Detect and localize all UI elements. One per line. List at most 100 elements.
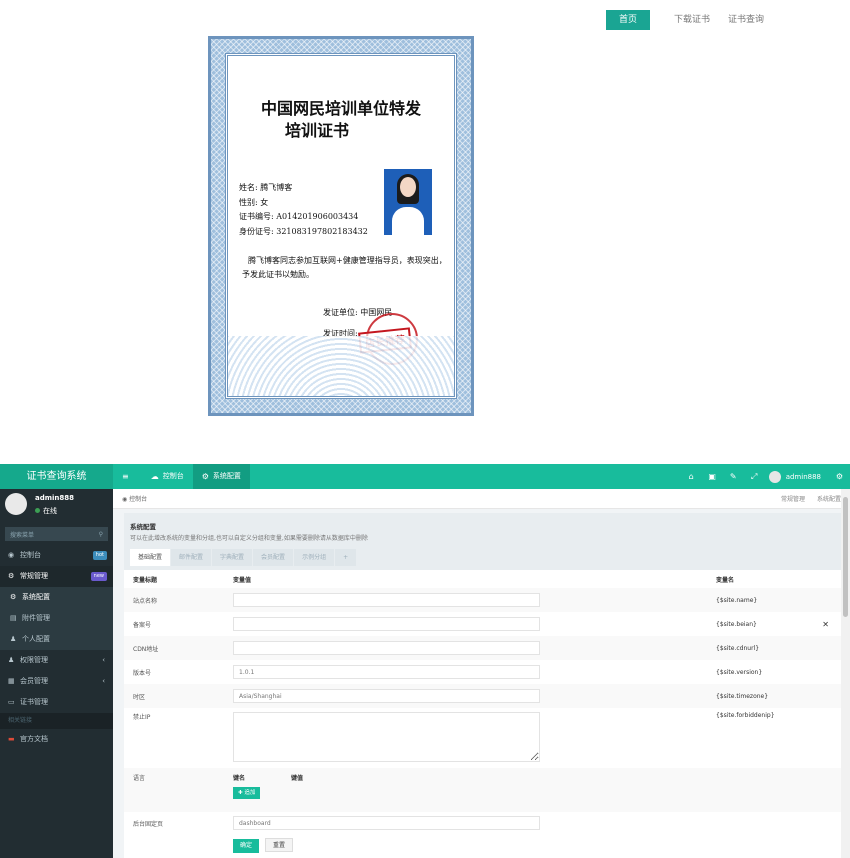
breadcrumb-system-config[interactable]: 系统配置: [817, 496, 841, 503]
home-icon[interactable]: ⌂: [681, 472, 702, 481]
tab-dashboard-label: 控制台: [162, 472, 184, 480]
seal-icon: [366, 313, 418, 365]
breadcrumb-home[interactable]: ◉ 控制台: [122, 494, 147, 503]
cert-id-number: 身份证号: 321083197802183432: [239, 226, 368, 236]
header-user[interactable]: admin888: [768, 470, 821, 483]
nav-download-certificate[interactable]: 下载证书: [674, 10, 710, 30]
row-var-name: {$site.beian}: [716, 620, 757, 628]
tab-basic[interactable]: 基础配置: [130, 549, 171, 566]
menu-toggle-button[interactable]: ≡: [113, 464, 142, 489]
sidebar-item-members[interactable]: ▦ 会员管理 ‹: [0, 671, 113, 692]
admin-panel: 证书查询系统 ≡ ☁ 控制台 ⚙ 系统配置 ⌂ ▣ ✎ ⤢ admin888 ⚙ a…: [0, 464, 850, 858]
table-row: 语言 键名 键值 ✚ 追加: [124, 768, 850, 812]
breadcrumb-home-label: 控制台: [129, 496, 148, 503]
sidebar-item-permissions[interactable]: ♟ 权限管理 ‹: [0, 650, 113, 671]
tab-system-config-label: 系统配置: [212, 472, 241, 480]
reset-button[interactable]: 重置: [264, 837, 293, 852]
table-row: 时区 {$site.timezone}: [124, 684, 850, 708]
sidebar-item-certificates[interactable]: ▭ 证书管理: [0, 692, 113, 713]
row-var-name: {$site.version}: [716, 668, 763, 676]
tab-system-config[interactable]: ⚙ 系统配置: [192, 464, 250, 489]
breadcrumb-general[interactable]: 常规管理: [781, 496, 805, 503]
sidebar-item-label: 证书管理: [20, 698, 48, 706]
sidebar-item-docs[interactable]: ▬ 官方文档: [0, 729, 113, 750]
admin-logo[interactable]: 证书查询系统: [0, 464, 113, 489]
cache-icon[interactable]: ▣: [702, 472, 723, 481]
table-row: 站点名称 {$site.name}: [124, 588, 850, 612]
sidebar-item-general[interactable]: ⚙ 常规管理 new: [0, 566, 113, 587]
sidebar-item-dashboard[interactable]: ◉ 控制台 hot: [0, 545, 113, 566]
sidebar-item-label: 系统配置: [22, 593, 50, 601]
breadcrumb: ◉ 控制台 常规管理 系统配置: [113, 489, 850, 509]
site-name-input[interactable]: [233, 593, 540, 607]
sidebar-search-input[interactable]: 搜索菜单 ⚲: [5, 527, 108, 541]
cert-name: 姓名: 腾飞博客: [239, 183, 293, 192]
chevron-left-icon: ‹: [102, 677, 105, 685]
cloud-icon: ☁: [150, 472, 159, 481]
certificate-title: 中国网民培训单位特发 培训证书: [228, 98, 454, 142]
new-badge: new: [90, 572, 107, 581]
version-input[interactable]: [233, 665, 540, 679]
tab-dashboard[interactable]: ☁ 控制台: [142, 464, 193, 489]
certificate-border: 中国网民培训单位特发 培训证书 姓名: 腾飞博客 性别: 女 证书编号: A01…: [211, 39, 471, 413]
forbidden-ip-textarea[interactable]: [233, 712, 540, 762]
scrollbar-thumb[interactable]: [843, 497, 848, 617]
certificate-photo: [384, 169, 432, 235]
sidebar-item-profile[interactable]: ♟ 个人配置: [0, 629, 113, 650]
list-icon: ▦: [8, 677, 15, 685]
row-title: 禁止IP: [133, 714, 151, 721]
timezone-input[interactable]: [233, 689, 540, 703]
tab-email[interactable]: 邮件配置: [171, 549, 212, 566]
tab-add[interactable]: +: [335, 549, 357, 566]
sidebar-avatar: [5, 493, 27, 515]
sidebar: admin888 在线 搜索菜单 ⚲ ◉ 控制台 hot ⚙ 常规管理 new …: [0, 489, 113, 858]
tab-dictionary[interactable]: 字典配置: [212, 549, 253, 566]
sidebar-search-placeholder: 搜索菜单: [10, 531, 35, 539]
fullscreen-icon[interactable]: ⤢: [744, 472, 765, 482]
beian-input[interactable]: [233, 617, 540, 631]
gear-icon: ⚙: [201, 472, 209, 481]
config-table-body: 站点名称 {$site.name} 备案号 {$site.beian} ✕ CD…: [124, 588, 850, 856]
main-content: ◉ 控制台 常规管理 系统配置 系统配置 可以在此增改系统的变量和分组,也可以自…: [113, 489, 850, 858]
certificate-title-line2: 培训证书: [284, 121, 349, 140]
nav-home[interactable]: 首页: [606, 10, 651, 30]
row-var-name: {$site.timezone}: [716, 692, 769, 700]
scrollbar[interactable]: [841, 489, 850, 858]
close-icon[interactable]: ✕: [822, 620, 829, 629]
submit-button[interactable]: 确定: [233, 838, 260, 853]
tab-member[interactable]: 会员配置: [253, 549, 294, 566]
settings-icon[interactable]: ⚙: [829, 472, 850, 481]
sidebar-item-label: 控制台: [20, 551, 41, 559]
sidebar-item-label: 附件管理: [22, 614, 50, 622]
admin-header: 证书查询系统 ≡ ☁ 控制台 ⚙ 系统配置 ⌂ ▣ ✎ ⤢ admin888 ⚙: [0, 464, 850, 489]
sidebar-item-system-config[interactable]: ⚙ 系统配置: [0, 587, 113, 608]
panel-title: 系统配置: [130, 523, 156, 531]
row-title: 时区: [133, 693, 146, 701]
tab-example[interactable]: 示例分组: [294, 549, 335, 566]
row-title: 备案号: [133, 621, 152, 629]
col-name: 变量名: [716, 576, 735, 584]
config-panel: 系统配置 可以在此增改系统的变量和分组,也可以自定义分组和变量,如果需要删除请从…: [124, 513, 850, 858]
dashboard-icon: ◉: [8, 551, 15, 559]
sidebar-item-attachments[interactable]: ▤ 附件管理: [0, 608, 113, 629]
cdn-url-input[interactable]: [233, 641, 540, 655]
table-row: 版本号 {$site.version}: [124, 660, 850, 684]
form-actions: 确定 重置: [124, 834, 850, 856]
edit-icon[interactable]: ✎: [723, 472, 744, 481]
table-row: CDN地址 {$site.cdnurl}: [124, 636, 850, 660]
sidebar-section-header: 相关链接: [0, 713, 113, 729]
certificate-image: 中国网民培训单位特发 培训证书 姓名: 腾飞博客 性别: 女 证书编号: A01…: [208, 36, 474, 416]
row-title: 语言: [133, 775, 146, 782]
append-button[interactable]: ✚ 追加: [233, 787, 261, 799]
users-icon: ♟: [8, 656, 15, 664]
row-title: CDN地址: [133, 645, 159, 653]
row-title: 后台固定页: [133, 820, 164, 828]
col-title: 变量标题: [133, 576, 158, 584]
sidebar-status: 在线: [35, 506, 57, 516]
kv-header: 键名 键值: [233, 773, 716, 782]
nav-certificate-query[interactable]: 证书查询: [728, 10, 764, 30]
row-var-name: {$site.cdnurl}: [716, 644, 760, 652]
backend-page-input[interactable]: [233, 816, 540, 830]
panel-description: 可以在此增改系统的变量和分组,也可以自定义分组和变量,如果需要删除请从数据库中删…: [130, 535, 368, 542]
sidebar-item-label: 个人配置: [22, 635, 50, 643]
